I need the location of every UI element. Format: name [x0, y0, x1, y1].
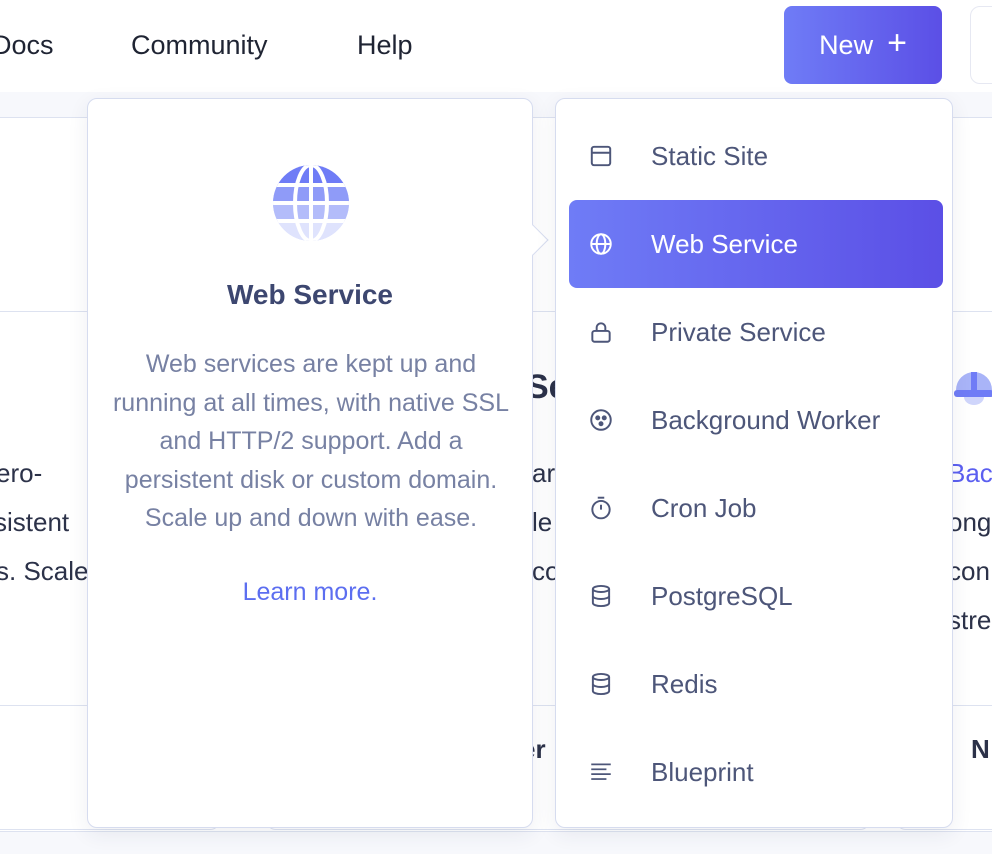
bg-right-footer-text: N [971, 734, 990, 764]
menu-item-blueprint[interactable]: Blueprint [569, 728, 943, 816]
new-button[interactable]: New + [784, 6, 942, 84]
database-icon [587, 670, 615, 698]
globe-icon [271, 163, 351, 243]
bg-middle-text-1: ar [532, 458, 556, 488]
nav-link-help[interactable]: Help [357, 30, 413, 61]
menu-item-web-service[interactable]: Web Service [569, 200, 943, 288]
menu-item-cron-job[interactable]: Cron Job [569, 464, 943, 552]
menu-item-redis[interactable]: Redis [569, 640, 943, 728]
globe-icon [587, 230, 615, 258]
new-button-label: New [819, 29, 874, 60]
helmet-icon [952, 362, 992, 415]
learn-more-link[interactable]: Learn more. [88, 578, 532, 607]
browser-window-icon [587, 142, 615, 170]
menu-item-static-site[interactable]: Static Site [569, 112, 943, 200]
info-title: Web Service [226, 279, 394, 310]
lock-icon [587, 318, 615, 346]
menu-item-label: Web Service [651, 228, 798, 259]
menu-item-label: Static Site [651, 140, 769, 171]
nav-link-community[interactable]: Community [131, 30, 268, 61]
menu-item-private-service[interactable]: Private Service [569, 288, 943, 376]
stopwatch-icon [587, 494, 615, 522]
bg-right-link[interactable]: Bac [948, 458, 992, 489]
bg-left-text-3: s. Scale [0, 556, 89, 586]
bg-right-text-2: con [948, 556, 990, 586]
bg-middle-text-2: le [532, 507, 553, 537]
menu-item-label: Redis [651, 668, 718, 699]
database-icon [587, 582, 615, 610]
menu-item-label: Background Worker [651, 404, 881, 435]
new-service-menu: Static Site Web Service Private Service [555, 98, 953, 828]
menu-item-label: Cron Job [651, 492, 757, 523]
service-info-popover: Web Service Web services are kept up and… [87, 98, 549, 828]
top-navigation: Docs Community Help New + [0, 0, 992, 92]
gear-cog-icon [587, 406, 615, 434]
menu-item-label: Private Service [651, 316, 826, 347]
lines-icon [587, 758, 615, 786]
info-description: Web services are kept up and running at … [112, 350, 510, 532]
bg-right-text-1: ong [948, 507, 992, 537]
menu-item-label: PostgreSQL [651, 580, 793, 611]
bg-left-text-2: sistent [0, 507, 70, 537]
plus-icon: + [887, 24, 907, 62]
bg-left-text-1: ero- [0, 458, 43, 488]
menu-item-background-worker[interactable]: Background Worker [569, 376, 943, 464]
menu-item-label: Blueprint [651, 756, 754, 787]
bg-right-text-3: stre [948, 605, 992, 635]
menu-item-postgresql[interactable]: PostgreSQL [569, 552, 943, 640]
nav-link-docs[interactable]: Docs [0, 30, 54, 61]
account-menu-button[interactable] [970, 6, 992, 84]
